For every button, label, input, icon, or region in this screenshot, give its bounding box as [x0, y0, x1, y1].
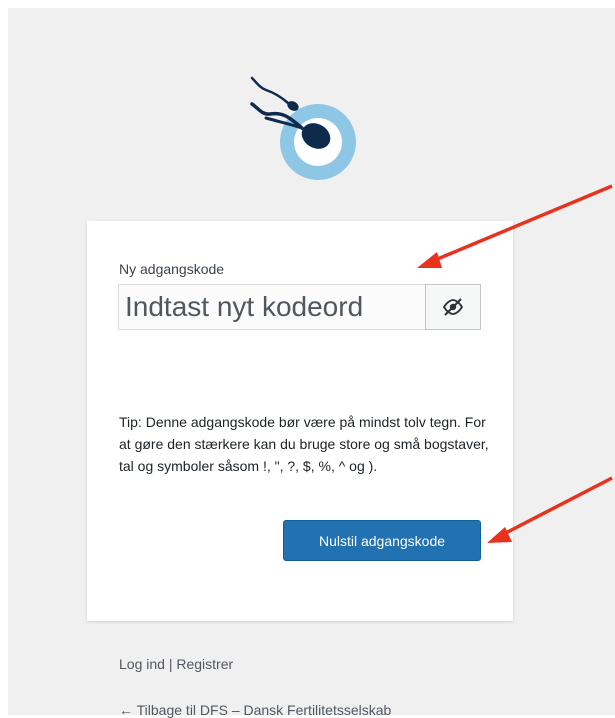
register-link[interactable]: Registrer: [176, 656, 233, 672]
password-hint: Tip: Denne adgangskode bør være på minds…: [119, 414, 489, 474]
back-to-site: ← Tilbage til DFS – Dansk Fertilitetssel…: [119, 702, 391, 718]
login-register-links: Log ind | Registrer: [119, 656, 233, 672]
reset-password-button[interactable]: Nulstil adgangskode: [283, 520, 481, 561]
toggle-password-visibility-button[interactable]: [425, 284, 481, 330]
nav-separator: |: [164, 656, 177, 672]
site-logo[interactable]: [240, 72, 360, 192]
new-password-label: Ny adgangskode: [119, 261, 225, 277]
login-link[interactable]: Log ind: [119, 656, 165, 672]
new-password-input[interactable]: [118, 284, 425, 330]
sperm-logo-icon: [250, 76, 356, 180]
login-page: Ny adgangskode Tip: Denne adgangskode bø…: [0, 0, 615, 718]
reset-password-card: Ny adgangskode Tip: Denne adgangskode bø…: [87, 221, 513, 621]
back-to-site-link[interactable]: ← Tilbage til DFS – Dansk Fertilitetssel…: [119, 702, 391, 718]
password-field-group: [118, 284, 481, 330]
eye-slash-icon: [442, 298, 464, 316]
